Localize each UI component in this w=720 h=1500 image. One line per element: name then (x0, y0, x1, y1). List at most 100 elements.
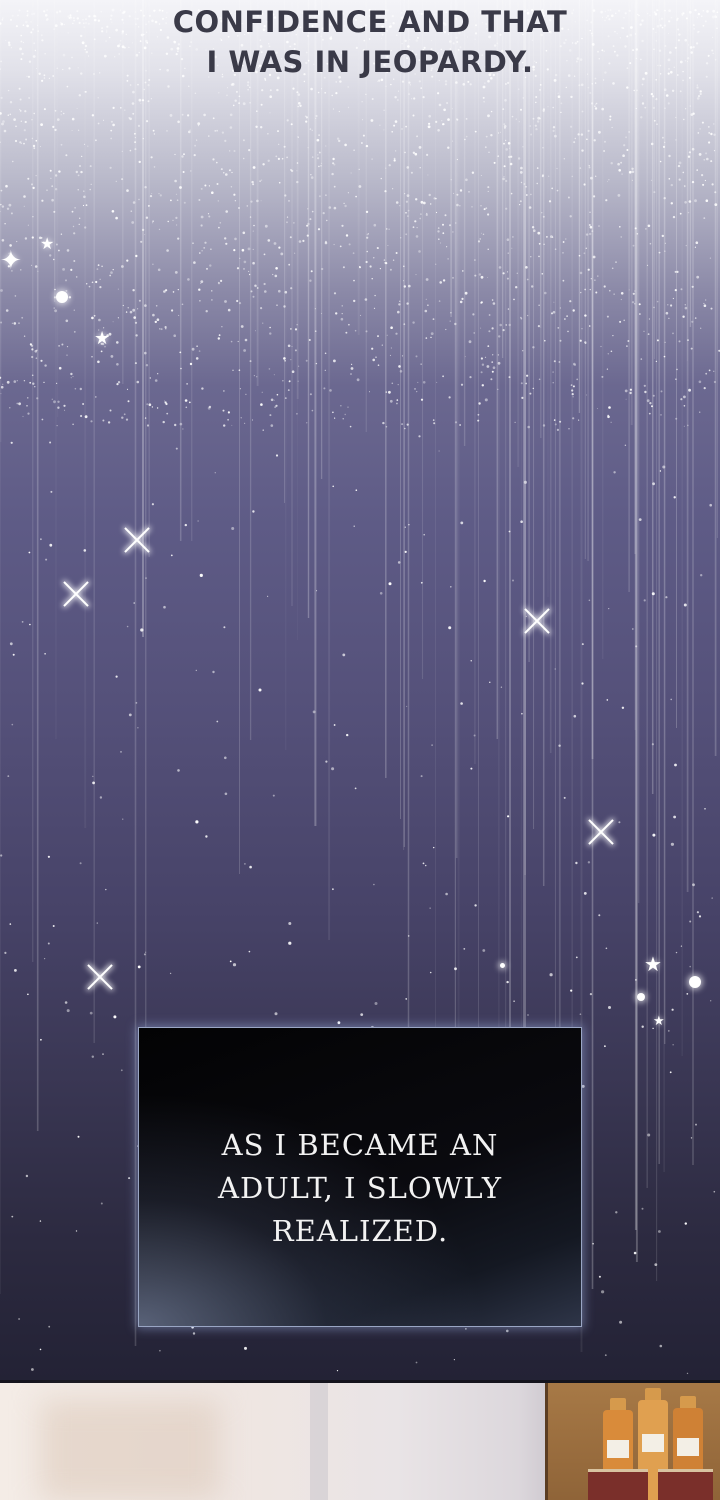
glitter-dot (65, 154, 68, 157)
glitter-dot (506, 238, 510, 241)
glitter-dot (628, 9, 631, 12)
glitter-dot (284, 290, 288, 294)
glitter-dot (350, 367, 354, 370)
glitter-dot (609, 115, 612, 118)
star-dot (651, 592, 655, 596)
glitter-dot (665, 311, 669, 315)
glitter-dot (115, 216, 118, 220)
glitter-dot (577, 133, 580, 136)
glitter-dot (39, 146, 41, 148)
glitter-dot (605, 16, 608, 19)
glitter-dot (310, 87, 313, 91)
glitter-dot (499, 131, 501, 133)
glitter-dot (335, 312, 338, 315)
glitter-dot (297, 380, 299, 382)
glitter-dot (585, 247, 587, 249)
blurred-background (40, 1400, 220, 1500)
glitter-dot (9, 407, 11, 409)
glitter-dot (218, 226, 220, 229)
glitter-dot (600, 345, 602, 348)
glitter-dot (230, 186, 233, 188)
star-dot (615, 1211, 618, 1214)
glitter-dot (30, 21, 32, 23)
glitter-dot (149, 377, 151, 379)
glitter-dot (10, 47, 12, 49)
glitter-dot (19, 141, 22, 144)
glitter-dot (101, 27, 104, 30)
glitter-dot (560, 111, 562, 114)
glitter-dot (604, 71, 607, 74)
glitter-dot (640, 58, 642, 61)
glitter-dot (43, 77, 46, 79)
glitter-dot (179, 422, 183, 426)
glitter-dot (308, 339, 311, 341)
glitter-dot (393, 157, 396, 160)
star-dot (332, 485, 335, 488)
glitter-dot (688, 151, 692, 154)
glitter-dot (712, 9, 716, 13)
glitter-dot (9, 101, 13, 104)
star-dot (613, 471, 616, 474)
glitter-dot (294, 349, 297, 352)
glitter-dot (552, 126, 556, 129)
star-dot (151, 503, 154, 506)
glitter-dot (383, 259, 386, 261)
glitter-dot (513, 298, 515, 301)
sparkle-icon (82, 959, 118, 995)
glitter-dot (516, 272, 518, 274)
glitter-dot (200, 187, 203, 190)
glitter-dot (56, 425, 58, 427)
glitter-dot (639, 313, 641, 315)
glitter-dot (62, 112, 65, 115)
glitter-dot (56, 11, 59, 14)
glitter-dot (31, 183, 33, 186)
glitter-dot (275, 155, 278, 158)
glitter-dot (391, 131, 394, 133)
glitter-dot (0, 211, 1, 213)
glitter-dot (684, 60, 687, 62)
star-dot (175, 447, 178, 450)
glitter-dot (160, 328, 163, 331)
glitter-dot (567, 196, 570, 199)
glitter-dot (452, 231, 454, 233)
glitter-dot (469, 83, 472, 86)
glitter-dot (425, 278, 429, 281)
glitter-dot (252, 183, 255, 186)
glitter-dot (374, 294, 376, 297)
glitter-dot (427, 304, 429, 307)
caption-box: AS I BECAME AN ADULT, I SLOWLY REALIZED. (138, 1027, 582, 1327)
glitter-dot (481, 363, 485, 366)
glitter-dot (252, 166, 256, 169)
glitter-dot (274, 274, 278, 278)
glitter-dot (193, 261, 196, 264)
glitter-dot (135, 334, 138, 337)
star-dot (651, 743, 655, 746)
glitter-dot (608, 62, 611, 65)
glitter-dot (83, 91, 85, 93)
glitter-dot (412, 226, 415, 229)
glitter-dot (675, 116, 677, 119)
glitter-dot (608, 179, 610, 181)
glitter-dot (71, 210, 74, 213)
glitter-dot (347, 86, 350, 88)
glitter-dot (321, 88, 323, 90)
glitter-dot (620, 236, 622, 238)
glitter-dot (551, 187, 554, 190)
glitter-dot (79, 217, 81, 219)
glitter-dot (178, 314, 180, 316)
glitter-dot (683, 118, 685, 121)
glitter-dot (487, 213, 490, 216)
glitter-dot (132, 112, 135, 115)
glitter-dot (670, 202, 673, 205)
glitter-dot (502, 177, 505, 181)
glitter-dot (626, 345, 628, 347)
glitter-dot (211, 191, 214, 194)
glitter-dot (267, 133, 269, 135)
glitter-dot (436, 381, 438, 383)
glitter-dot (141, 99, 145, 102)
star-dot (223, 626, 226, 629)
glitter-dot (506, 277, 509, 280)
glitter-dot (695, 241, 699, 244)
glitter-dot (255, 330, 256, 332)
glitter-dot (425, 213, 428, 216)
